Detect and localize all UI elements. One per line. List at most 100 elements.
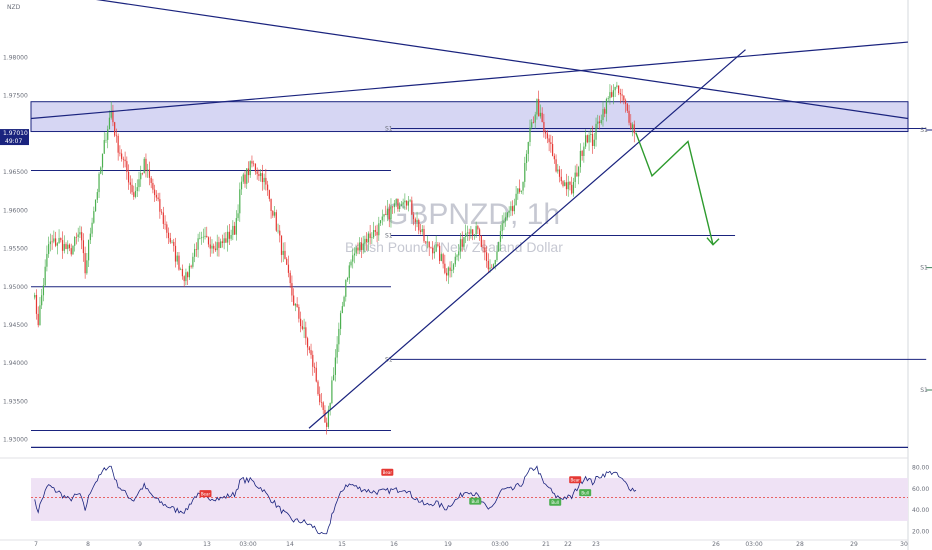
candle-body	[35, 294, 38, 314]
rsi-tick-label: 80.00	[912, 464, 929, 471]
candle-body	[386, 208, 389, 215]
candle-body	[150, 177, 152, 183]
candle-body	[529, 127, 531, 143]
candle-body	[498, 241, 500, 252]
candle-body	[159, 199, 161, 212]
candle-body	[141, 173, 144, 174]
candle-body	[91, 222, 93, 234]
candle-body	[560, 176, 562, 182]
candle-body	[430, 247, 432, 248]
candle-body	[312, 354, 314, 367]
candle-body	[402, 202, 404, 205]
candle-body	[305, 327, 307, 339]
candle-body	[194, 249, 196, 257]
time-tick-label: 03:00	[491, 541, 508, 548]
candle-body	[423, 228, 425, 242]
candle-body	[199, 238, 201, 239]
candle-body	[541, 112, 543, 123]
candle-body	[550, 142, 552, 144]
candle-body	[339, 313, 342, 329]
candle-body	[630, 122, 632, 129]
currency-label: NZD	[7, 4, 21, 11]
candle-body	[280, 235, 283, 255]
candle-body	[527, 142, 529, 154]
candle-body	[461, 239, 463, 247]
candle-body	[54, 238, 57, 246]
candle-body	[81, 232, 83, 241]
candle-body	[294, 304, 297, 306]
chart-background	[0, 0, 932, 550]
zones	[30, 101, 909, 133]
candle-body	[574, 172, 576, 182]
candle-body	[94, 199, 97, 212]
candle-body	[484, 247, 486, 253]
divergence-label: Bear	[383, 470, 393, 475]
candle-body	[548, 138, 550, 143]
candle-body	[425, 241, 427, 243]
price-chart[interactable]: GBPNZD, 1h British Pound / New Zealand D…	[0, 0, 932, 550]
candle-body	[447, 267, 449, 276]
candle-body	[152, 182, 154, 190]
candle-body	[286, 258, 288, 265]
candle-body	[48, 244, 50, 254]
candle-body	[134, 190, 137, 197]
candle-body	[249, 161, 251, 176]
candle-body	[37, 313, 39, 326]
time-tick-label: 9	[138, 541, 142, 548]
candle-body	[213, 245, 215, 249]
candle-body	[426, 241, 429, 243]
candle-body	[60, 238, 62, 241]
candle-body	[371, 237, 373, 239]
candle-body	[162, 212, 164, 224]
candle-body	[451, 269, 453, 271]
candle-body	[522, 181, 524, 191]
candle-body	[72, 245, 74, 255]
candle-body	[520, 190, 522, 192]
candle-body	[140, 173, 142, 180]
candle-body	[418, 219, 420, 231]
candle-body	[440, 254, 442, 261]
candle-body	[584, 135, 587, 147]
candle-body	[275, 212, 277, 231]
candle-body	[93, 211, 95, 223]
candle-body	[524, 162, 526, 182]
chart-window[interactable]: GBPNZD, 1h British Pound / New Zealand D…	[0, 0, 932, 550]
candle-body	[480, 235, 482, 247]
candle-body	[362, 243, 364, 250]
candle-body	[477, 226, 479, 230]
candle-body	[473, 234, 475, 236]
candle-body	[553, 155, 555, 160]
candle-body	[346, 277, 349, 280]
candle-body	[214, 248, 217, 251]
level-tag: S1	[920, 387, 928, 394]
time-tick-label: 03:00	[239, 541, 256, 548]
candle-body	[605, 98, 608, 114]
candle-body	[428, 241, 430, 248]
candle-body	[89, 233, 91, 241]
time-tick-label: 21	[542, 541, 550, 548]
candle-body	[564, 182, 566, 186]
candle-body	[591, 134, 594, 146]
candle-body	[494, 260, 496, 265]
candle-body	[70, 248, 72, 255]
candle-body	[112, 110, 114, 123]
candle-body	[181, 268, 184, 277]
price-tick-label: 1.93000	[3, 437, 28, 444]
candle-body	[114, 122, 116, 136]
candle-body	[545, 131, 547, 134]
candle-body	[437, 244, 439, 246]
candle-body	[412, 214, 415, 220]
candle-body	[279, 230, 281, 236]
candle-body	[496, 251, 498, 261]
candle-body	[124, 159, 126, 162]
candle-body	[42, 285, 45, 296]
candle-body	[543, 122, 545, 132]
candle-body	[233, 225, 236, 235]
time-tick-label: 26	[712, 541, 720, 548]
candle-body	[293, 295, 295, 306]
candle-body	[216, 242, 218, 251]
candle-body	[607, 98, 609, 99]
time-tick-label: 7	[34, 541, 38, 548]
candle-body	[67, 244, 69, 249]
candle-body	[79, 232, 81, 235]
